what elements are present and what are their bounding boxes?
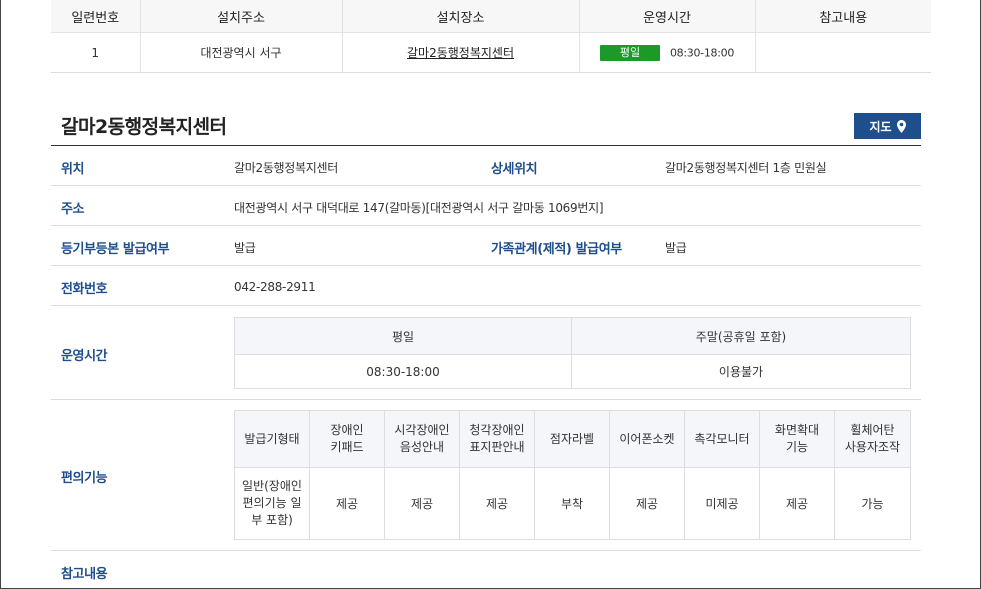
conv-cell: 제공 bbox=[384, 467, 460, 540]
table-row: 1 대전광역시 서구 갈마2동행정복지센터 평일 08:30-18:00 bbox=[51, 32, 931, 73]
hours-value: 08:30-18:00 bbox=[669, 46, 735, 59]
conv-cell: 부착 bbox=[534, 467, 610, 540]
location-value: 갈마2동행정복지센터 bbox=[234, 161, 338, 175]
conv-cell: 제공 bbox=[759, 467, 835, 540]
row-divider bbox=[51, 305, 921, 306]
cell-note bbox=[754, 32, 931, 73]
location-pin-icon bbox=[896, 119, 906, 133]
row-divider bbox=[51, 399, 921, 400]
weekend-hours: 이용불가 bbox=[571, 354, 911, 389]
convenience-table: 발급기형태 장애인 키패드 시각장애인 음성안내 청각장애인 표지판안내 점자라… bbox=[234, 410, 911, 540]
conv-header: 장애인 키패드 bbox=[309, 410, 385, 468]
cell-serial: 1 bbox=[51, 32, 140, 73]
hours-header-row: 평일 주말(공휴일 포함) bbox=[234, 317, 911, 355]
conv-header: 휠체어탄 사용자조작 bbox=[834, 410, 911, 468]
location-label: 위치 bbox=[61, 162, 85, 177]
weekday-badge: 평일 bbox=[599, 44, 660, 61]
weekday-header: 평일 bbox=[234, 317, 572, 355]
header-hours: 운영시간 bbox=[578, 0, 755, 33]
kiosk-list-table: 일련번호 설치주소 설치장소 운영시간 참고내용 1 대전광역시 서구 갈마2동… bbox=[51, 0, 931, 73]
weekday-hours: 08:30-18:00 bbox=[234, 354, 572, 389]
conv-cell: 제공 bbox=[309, 467, 385, 540]
row-divider bbox=[51, 550, 921, 551]
convenience-header-row: 발급기형태 장애인 키패드 시각장애인 음성안내 청각장애인 표지판안내 점자라… bbox=[234, 410, 911, 468]
address-value: 대전광역시 서구 대덕대로 147(갈마동)[대전광역시 서구 갈마동 1069… bbox=[234, 201, 604, 215]
hours-table: 평일 주말(공휴일 포함) 08:30-18:00 이용불가 bbox=[234, 317, 911, 389]
cell-place: 갈마2동행정복지센터 bbox=[341, 32, 579, 73]
header-note: 참고내용 bbox=[754, 0, 931, 33]
phone-label: 전화번호 bbox=[61, 282, 108, 297]
detail-location-value: 갈마2동행정복지센터 1층 민원실 bbox=[665, 161, 827, 175]
conv-header: 점자라벨 bbox=[534, 410, 610, 468]
header-address: 설치주소 bbox=[139, 0, 342, 33]
list-header-row: 일련번호 설치주소 설치장소 운영시간 참고내용 bbox=[51, 0, 931, 33]
conv-cell: 제공 bbox=[609, 467, 685, 540]
cell-hours: 평일 08:30-18:00 bbox=[578, 32, 755, 73]
cell-address: 대전광역시 서구 bbox=[139, 32, 342, 73]
place-link[interactable]: 갈마2동행정복지센터 bbox=[407, 46, 514, 60]
detail-title: 갈마2동행정복지센터 bbox=[61, 116, 227, 138]
family-label: 가족관계(제적) 발급여부 bbox=[491, 242, 622, 257]
conv-cell: 제공 bbox=[459, 467, 535, 540]
map-button-label: 지도 bbox=[869, 119, 892, 134]
weekend-header: 주말(공휴일 포함) bbox=[571, 317, 911, 355]
row-divider bbox=[51, 185, 921, 186]
conv-cell: 일반(장애인 편의기능 일 부 포함) bbox=[234, 467, 310, 540]
registry-value: 발급 bbox=[234, 241, 256, 255]
title-divider bbox=[51, 145, 921, 146]
table-row: 일반(장애인 편의기능 일 부 포함) 제공 제공 제공 부착 제공 미제공 제… bbox=[234, 467, 911, 540]
hours-label: 운영시간 bbox=[61, 349, 108, 364]
header-serial: 일련번호 bbox=[51, 0, 140, 33]
family-value: 발급 bbox=[665, 241, 687, 255]
header-place: 설치장소 bbox=[341, 0, 579, 33]
conv-header: 시각장애인 음성안내 bbox=[384, 410, 460, 468]
address-label: 주소 bbox=[61, 202, 85, 217]
conv-cell: 가능 bbox=[834, 467, 911, 540]
registry-label: 등기부등본 발급여부 bbox=[61, 242, 170, 257]
detail-location-label: 상세위치 bbox=[491, 162, 538, 177]
note-label: 참고내용 bbox=[61, 567, 108, 582]
phone-value: 042-288-2911 bbox=[234, 280, 316, 294]
table-row: 08:30-18:00 이용불가 bbox=[234, 354, 911, 389]
row-divider bbox=[51, 225, 921, 226]
conv-cell: 미제공 bbox=[684, 467, 760, 540]
row-divider bbox=[51, 265, 921, 266]
conv-header: 이어폰소켓 bbox=[609, 410, 685, 468]
map-button[interactable]: 지도 bbox=[854, 113, 921, 139]
conv-header: 발급기형태 bbox=[234, 410, 310, 468]
conv-header: 촉각모니터 bbox=[684, 410, 760, 468]
conv-header: 화면확대 기능 bbox=[759, 410, 835, 468]
convenience-label: 편의기능 bbox=[61, 471, 108, 486]
conv-header: 청각장애인 표지판안내 bbox=[459, 410, 535, 468]
